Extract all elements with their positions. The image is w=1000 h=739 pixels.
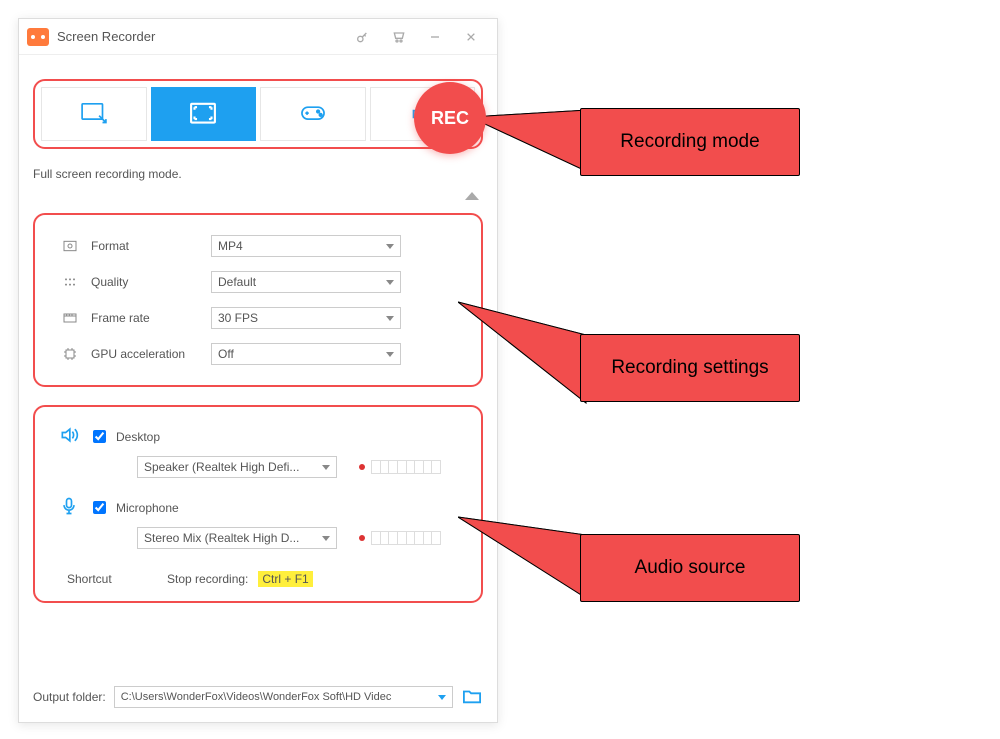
record-button[interactable]: REC: [414, 82, 486, 154]
mode-hint: Full screen recording mode.: [19, 157, 497, 187]
quality-row: Quality Default: [59, 271, 457, 293]
output-label: Output folder:: [33, 690, 106, 704]
microphone-icon: [59, 496, 83, 519]
gpu-icon: [59, 346, 81, 362]
quality-select[interactable]: Default: [211, 271, 401, 293]
region-mode-button[interactable]: [41, 87, 147, 141]
gpu-select[interactable]: Off: [211, 343, 401, 365]
shortcut-row: Shortcut Stop recording: Ctrl + F1: [59, 567, 457, 587]
cart-icon[interactable]: [381, 23, 417, 51]
speaker-icon: [59, 425, 83, 448]
gpu-label: GPU acceleration: [91, 347, 211, 361]
minimize-button[interactable]: [417, 23, 453, 51]
titlebar: Screen Recorder: [19, 19, 497, 55]
app-icon: [27, 28, 49, 46]
framerate-select[interactable]: 30 FPS: [211, 307, 401, 329]
window-title: Screen Recorder: [57, 29, 155, 44]
format-row: Format MP4: [59, 235, 457, 257]
desktop-device-row: Speaker (Realtek High Defi...: [59, 456, 457, 478]
output-row: Output folder: C:\Users\WonderFox\Videos…: [33, 686, 483, 708]
shortcut-key: Ctrl + F1: [258, 571, 312, 587]
close-button[interactable]: [453, 23, 489, 51]
key-icon[interactable]: [345, 23, 381, 51]
game-mode-button[interactable]: [260, 87, 366, 141]
audio-box-highlight: Desktop Speaker (Realtek High Defi... Mi…: [33, 405, 483, 603]
open-folder-button[interactable]: [461, 687, 483, 708]
format-label: Format: [91, 239, 211, 253]
callout-audio: Audio source: [580, 534, 800, 602]
desktop-label: Desktop: [116, 430, 160, 444]
mic-device-row: Stereo Mix (Realtek High D...: [59, 527, 457, 549]
mic-level-meter: [359, 531, 441, 545]
mic-device-select[interactable]: Stereo Mix (Realtek High D...: [137, 527, 337, 549]
framerate-row: Frame rate 30 FPS: [59, 307, 457, 329]
settings-box-highlight: Format MP4 Quality Default Frame rate 30…: [33, 213, 483, 387]
mic-audio-row: Microphone: [59, 496, 457, 519]
callout-pointer-audio: [458, 510, 588, 600]
format-select[interactable]: MP4: [211, 235, 401, 257]
callout-pointer-mode: [470, 110, 590, 180]
framerate-icon: [59, 310, 81, 326]
quality-icon: [59, 274, 81, 290]
callout-mode: Recording mode: [580, 108, 800, 176]
stop-recording-label: Stop recording:: [167, 572, 248, 586]
fullscreen-mode-button[interactable]: [151, 87, 257, 141]
format-icon: [59, 238, 81, 254]
shortcut-label: Shortcut: [67, 572, 167, 586]
gpu-row: GPU acceleration Off: [59, 343, 457, 365]
framerate-label: Frame rate: [91, 311, 211, 325]
mic-checkbox[interactable]: [93, 501, 106, 514]
callout-settings: Recording settings: [580, 334, 800, 402]
desktop-level-meter: [359, 460, 441, 474]
quality-label: Quality: [91, 275, 211, 289]
mic-label: Microphone: [116, 501, 179, 515]
collapse-arrow-icon[interactable]: [19, 187, 497, 205]
desktop-checkbox[interactable]: [93, 430, 106, 443]
output-path-select[interactable]: C:\Users\WonderFox\Videos\WonderFox Soft…: [114, 686, 453, 708]
desktop-device-select[interactable]: Speaker (Realtek High Defi...: [137, 456, 337, 478]
callout-pointer-settings: [458, 295, 588, 405]
desktop-audio-row: Desktop: [59, 425, 457, 448]
